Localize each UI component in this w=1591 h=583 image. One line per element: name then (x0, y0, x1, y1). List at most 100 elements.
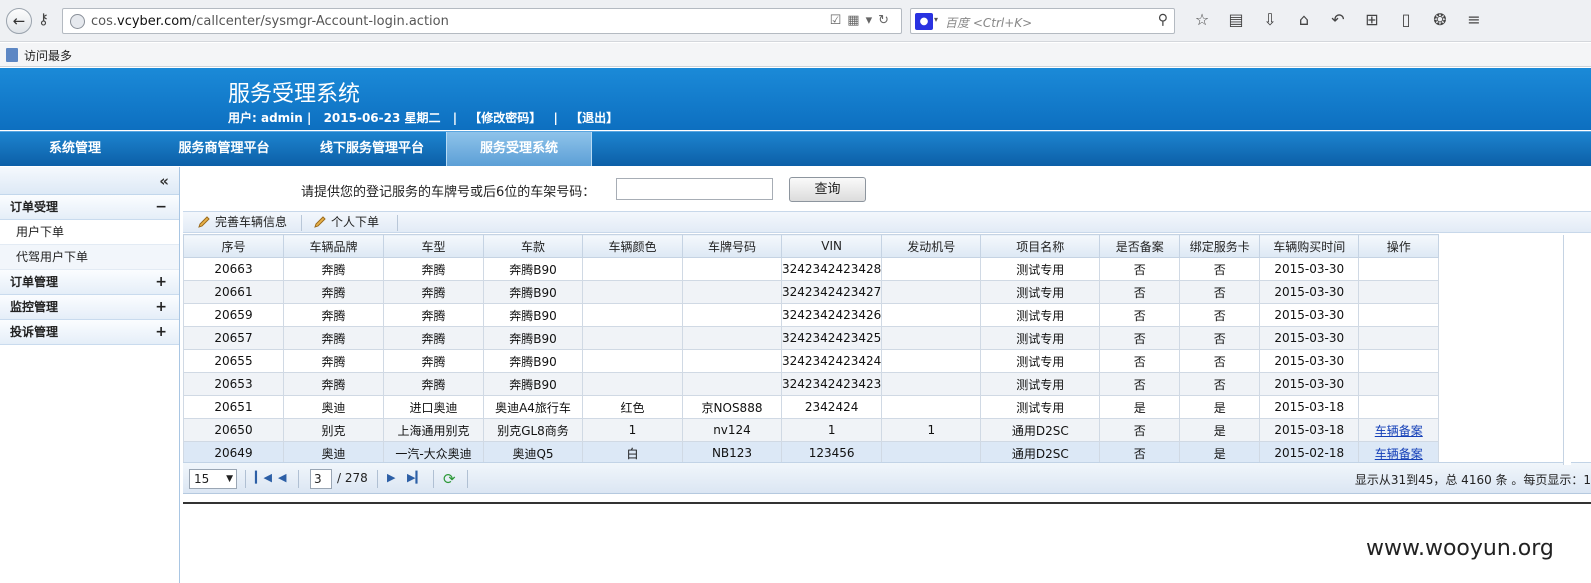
top-navigation: 系统管理 服务商管理平台 线下服务管理平台 服务受理系统 (0, 131, 1591, 166)
table-cell: 别克 (283, 418, 384, 442)
phone-icon[interactable]: ▯ (1389, 10, 1423, 29)
table-cell: 20651 (183, 395, 284, 419)
address-bar[interactable]: cos.vcyber.com/callcenter/sysmgr-Account… (62, 8, 902, 34)
nav-service-acceptance-system[interactable]: 服务受理系统 (446, 132, 592, 166)
table-cell: 奔腾B90 (483, 257, 583, 281)
column-header[interactable]: 发动机号 (881, 234, 982, 258)
menu-icon[interactable]: ≡ (1457, 10, 1491, 29)
column-header[interactable]: 是否备案 (1099, 234, 1181, 258)
prev-page-icon[interactable]: ◀ (278, 471, 286, 484)
table-row[interactable]: 20653 奔腾 奔腾 奔腾B90 3242342423423 测试专用否否 2015-03… (183, 372, 1440, 396)
table-cell: 奔腾B90 (483, 349, 583, 373)
column-header[interactable]: 车牌号码 (682, 234, 782, 258)
search-icon[interactable]: ⚲ (1158, 12, 1168, 28)
sidebar-item-user-order[interactable]: 用户下单 (0, 220, 179, 245)
baidu-paw-icon[interactable]: ● (915, 13, 933, 30)
column-header[interactable]: 绑定服务卡 (1179, 234, 1261, 258)
column-header[interactable]: 操作 (1358, 234, 1440, 258)
table-cell (881, 280, 982, 304)
table-cell (682, 349, 782, 373)
pencil-icon (198, 216, 210, 228)
crop-icon[interactable]: ⊞ (1355, 10, 1389, 29)
current-page-input[interactable]: 3 (310, 469, 332, 489)
sidebar-collapse-button[interactable]: « (0, 167, 179, 195)
table-cell: 奔腾B90 (483, 372, 583, 396)
sidebar-group-order-acceptance[interactable]: 订单受理 − (0, 195, 179, 220)
plate-search-input[interactable] (616, 178, 773, 200)
table-cell: 否 (1179, 372, 1261, 396)
column-header[interactable]: 车辆品牌 (283, 234, 384, 258)
table-cell: 2015-03-30 (1259, 303, 1360, 327)
table-row[interactable]: 20650 别克 上海通用别克 别克GL8商务 1 nv124 1 1 通用D2SC 否是 2015… (183, 418, 1440, 442)
refresh-icon[interactable]: ⟳ (443, 470, 456, 488)
expand-icon[interactable]: + (155, 295, 167, 319)
undo-icon[interactable]: ↶ (1321, 10, 1355, 29)
expand-icon[interactable]: + (155, 320, 167, 344)
expand-icon[interactable]: + (155, 270, 167, 294)
key-icon[interactable]: ⚷ (38, 10, 49, 28)
scrollbar[interactable] (1563, 235, 1571, 465)
table-cell: nv124 (682, 418, 782, 442)
table-row[interactable]: 20659 奔腾 奔腾 奔腾B90 3242342423426 测试专用否否 2015-03… (183, 303, 1440, 327)
user-info-line: 用户: admin | 2015-06-23 星期二 | 【修改密码】 | 【退… (228, 109, 626, 126)
star-icon[interactable]: ☆ (1185, 10, 1219, 29)
table-cell: 否 (1099, 280, 1181, 304)
column-header[interactable]: 车款 (483, 234, 583, 258)
column-header[interactable]: 序号 (183, 234, 284, 258)
bookmark-most-visited[interactable]: 访问最多 (24, 47, 72, 64)
nav-service-provider-platform[interactable]: 服务商管理平台 (150, 132, 298, 166)
pencil-icon (314, 216, 326, 228)
next-page-icon[interactable]: ▶ (387, 471, 395, 484)
table-cell: 2015-03-30 (1259, 372, 1360, 396)
table-row[interactable]: 20663 奔腾 奔腾 奔腾B90 3242342423428 测试专用否否 2015-03… (183, 257, 1440, 281)
pager-divider (298, 470, 299, 488)
table-row[interactable]: 20657 奔腾 奔腾 奔腾B90 3242342423425 测试专用否否 2015-03… (183, 326, 1440, 350)
app-title: 服务受理系统 (228, 82, 361, 107)
sidebar-group-order-management[interactable]: 订单管理 + (0, 270, 179, 295)
download-icon[interactable]: ⇩ (1253, 10, 1287, 29)
reader-icon[interactable]: ▤ (1219, 10, 1253, 29)
column-header[interactable]: 项目名称 (980, 234, 1101, 258)
table-row[interactable]: 20651 奥迪 进口奥迪 奥迪A4旅行车 红色 京NOS888 2342424 测试专用是是… (183, 395, 1440, 419)
table-cell (881, 257, 982, 281)
pager-divider (467, 470, 468, 488)
page-size-select[interactable]: 15 ▼ (189, 469, 237, 489)
sidebar-group-monitoring[interactable]: 监控管理 + (0, 295, 179, 320)
table-cell (682, 303, 782, 327)
column-header[interactable]: 车辆购买时间 (1259, 234, 1360, 258)
home-icon[interactable]: ⌂ (1287, 10, 1321, 29)
table-cell: 测试专用 (980, 326, 1101, 350)
column-header[interactable]: 车型 (383, 234, 484, 258)
personal-order-button[interactable]: 个人下单 (309, 213, 379, 233)
nav-offline-service-platform[interactable]: 线下服务管理平台 (298, 132, 446, 166)
back-button[interactable]: ← (6, 8, 32, 34)
table-cell: 3242342423424 (780, 349, 883, 373)
chevron-down-icon[interactable]: ▾ (934, 15, 938, 24)
collapse-icon[interactable]: − (155, 195, 167, 219)
table-cell (1358, 326, 1440, 350)
column-header[interactable]: VIN (780, 234, 883, 258)
table-row[interactable]: 20661 奔腾 奔腾 奔腾B90 3242342423427 测试专用否否 2015-03… (183, 280, 1440, 304)
table-row[interactable]: 20655 奔腾 奔腾 奔腾B90 3242342423424 测试专用否否 2015-03… (183, 349, 1440, 373)
change-password-link[interactable]: 【修改密码】 (469, 111, 541, 125)
bug-icon[interactable]: ❂ (1423, 10, 1457, 29)
complete-vehicle-info-button[interactable]: 完善车辆信息 (193, 213, 287, 233)
vehicle-register-link[interactable]: 车辆备案 (1358, 418, 1440, 442)
sidebar-group-complaints[interactable]: 投诉管理 + (0, 320, 179, 345)
url-action-icons[interactable]: ☑▦▾↻ (830, 13, 895, 28)
query-button[interactable]: 查询 (789, 177, 866, 202)
last-page-icon[interactable]: ▶▎ (407, 471, 424, 484)
column-header[interactable]: 车辆颜色 (582, 234, 683, 258)
sidebar-group-label: 监控管理 (10, 300, 59, 314)
user-label: 用户: admin | (228, 111, 312, 125)
table-cell: 奔腾 (383, 280, 484, 304)
table-cell (881, 372, 982, 396)
table-cell (682, 280, 782, 304)
sidebar-item-driver-user-order[interactable]: 代驾用户下单 (0, 245, 179, 270)
nav-system-management[interactable]: 系统管理 (0, 132, 150, 166)
logout-link[interactable]: 【退出】 (570, 111, 618, 125)
table-cell: 测试专用 (980, 303, 1101, 327)
first-page-icon[interactable]: ▎◀ (255, 471, 272, 484)
table-cell (582, 257, 683, 281)
search-box[interactable]: ● ▾ 百度 <Ctrl+K> ⚲ (910, 8, 1175, 34)
